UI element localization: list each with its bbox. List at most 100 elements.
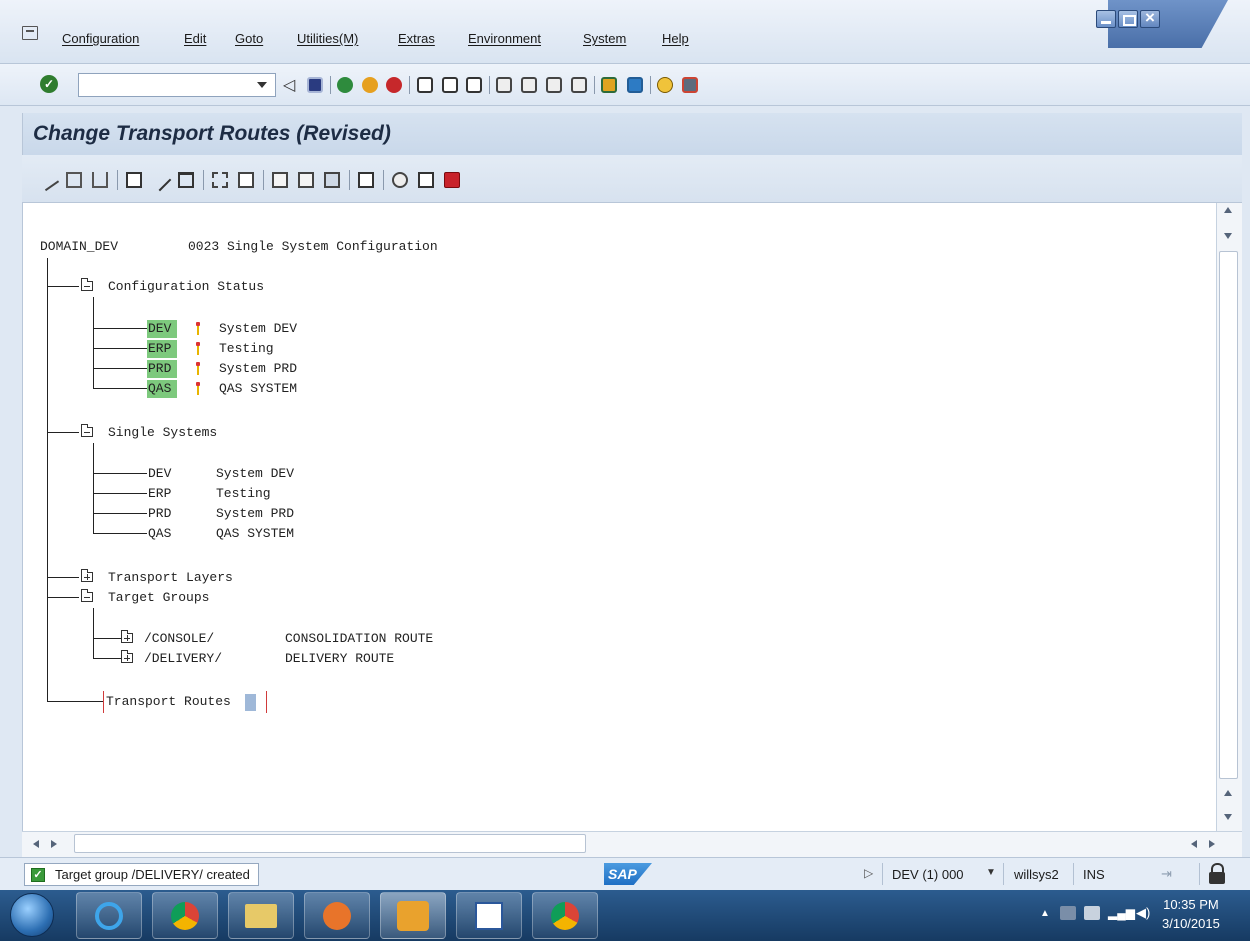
scroll-right-icon[interactable] (1209, 840, 1215, 848)
close-button[interactable] (1140, 8, 1160, 28)
next-page-icon[interactable] (546, 77, 562, 93)
tray-expand-icon[interactable]: ▲ (1040, 908, 1050, 919)
enter-icon[interactable]: ✓ (40, 75, 58, 93)
distribute-icon[interactable] (66, 172, 82, 188)
taskbar-ie-icon[interactable] (76, 892, 142, 939)
display-change-icon[interactable] (36, 168, 60, 192)
menu-extras[interactable]: Extras (398, 31, 435, 46)
scroll-left-icon[interactable] (1191, 840, 1197, 848)
target-group-name[interactable]: /DELIVERY/ (144, 651, 222, 666)
menu-environment[interactable]: Environment (468, 31, 541, 46)
print-icon[interactable] (417, 77, 433, 93)
copy-icon[interactable] (238, 172, 254, 188)
menu-configuration[interactable]: Configuration (62, 31, 139, 46)
command-field[interactable] (78, 73, 276, 97)
status-expand-icon[interactable]: ▷ (864, 866, 873, 880)
create-icon[interactable] (126, 172, 142, 188)
single-system-sid[interactable]: PRD (148, 506, 171, 521)
scroll-down-icon[interactable] (1224, 814, 1232, 820)
taskbar-media-icon[interactable] (304, 892, 370, 939)
scroll-left-icon[interactable] (33, 840, 39, 848)
back-arrow-icon[interactable]: ◁ (283, 75, 299, 94)
single-system-sid[interactable]: DEV (148, 466, 171, 481)
taskbar-chrome-icon[interactable] (152, 892, 218, 939)
expand-subtree-icon[interactable] (212, 172, 228, 188)
network-icon[interactable] (1084, 906, 1100, 920)
menu-goto[interactable]: Goto (235, 31, 263, 46)
volume-icon[interactable]: ◀) (1136, 905, 1150, 921)
lock-icon[interactable] (1209, 872, 1225, 884)
taskbar-chrome-icon[interactable] (532, 892, 598, 939)
config-status-node[interactable]: Configuration Status (108, 279, 264, 294)
folder-closed-icon[interactable] (81, 569, 93, 582)
config-system-sid[interactable]: PRD (148, 361, 171, 376)
graphical-editor-icon[interactable] (358, 172, 374, 188)
save-icon[interactable] (307, 77, 323, 93)
activate-icon[interactable] (92, 172, 108, 188)
status-insert-mode[interactable]: INS (1083, 867, 1105, 882)
find-icon[interactable] (442, 77, 458, 93)
config-system-sid[interactable]: DEV (148, 321, 171, 336)
first-page-icon[interactable] (496, 77, 512, 93)
shortcut-icon[interactable] (627, 77, 643, 93)
cancel-icon[interactable] (386, 77, 402, 93)
scroll-up-icon[interactable] (1224, 790, 1232, 796)
transport-layers-node[interactable]: Transport Layers (108, 570, 233, 585)
transport-routes-node[interactable]: Transport Routes (106, 694, 231, 709)
single-system-sid[interactable]: ERP (148, 486, 171, 501)
system-clock[interactable]: 10:35 PM 3/10/2015 (1162, 895, 1220, 933)
expand-all-icon[interactable] (272, 172, 288, 188)
tab-icon[interactable]: ⇥ (1161, 866, 1172, 882)
edit-icon[interactable] (148, 168, 172, 192)
customize-layout-icon[interactable] (682, 77, 698, 93)
restore-button[interactable] (1118, 10, 1138, 28)
folder-open-icon[interactable] (81, 278, 93, 291)
folder-open-icon[interactable] (81, 589, 93, 602)
menu-edit[interactable]: Edit (184, 31, 206, 46)
status-system[interactable]: DEV (1) 000 (892, 867, 964, 882)
new-session-icon[interactable] (601, 77, 617, 93)
target-group-name[interactable]: /CONSOLE/ (144, 631, 214, 646)
menu-system[interactable]: System (583, 31, 626, 46)
check-icon[interactable] (392, 172, 408, 188)
scroll-up-icon[interactable] (1224, 207, 1232, 213)
last-page-icon[interactable] (571, 77, 587, 93)
minimize-button[interactable] (1096, 10, 1116, 28)
legend-icon[interactable] (324, 172, 340, 188)
exit-icon[interactable] (362, 77, 378, 93)
menu-utilities[interactable]: Utilities(M) (297, 31, 358, 46)
scroll-right-icon[interactable] (51, 840, 57, 848)
system-dropdown-icon[interactable]: ▼ (986, 867, 996, 878)
info-icon[interactable] (444, 172, 460, 188)
taskbar-sap-logon-icon[interactable] (380, 892, 446, 939)
tree-connector (47, 286, 79, 287)
find-next-icon[interactable] (466, 77, 482, 93)
delete-icon[interactable] (178, 172, 194, 188)
command-dropdown-icon[interactable] (257, 82, 267, 88)
menu-help[interactable]: Help (662, 31, 689, 46)
start-button[interactable] (10, 893, 54, 937)
vertical-scroll-thumb[interactable] (1219, 251, 1238, 779)
target-groups-node[interactable]: Target Groups (108, 590, 209, 605)
config-system-sid[interactable]: QAS (148, 381, 171, 396)
collapse-all-icon[interactable] (298, 172, 314, 188)
signal-icon[interactable]: ▂▄▆ (1108, 906, 1135, 920)
single-systems-node[interactable]: Single Systems (108, 425, 217, 440)
taskbar-explorer-icon[interactable] (228, 892, 294, 939)
taskbar-word-icon[interactable] (456, 892, 522, 939)
command-input[interactable] (83, 77, 243, 93)
scroll-down-icon[interactable] (1224, 233, 1232, 239)
status-message[interactable]: ✓ Target group /DELIVERY/ created (24, 863, 259, 886)
help-icon[interactable] (657, 77, 673, 93)
config-system-sid[interactable]: ERP (148, 341, 171, 356)
system-menu-icon[interactable] (22, 26, 38, 40)
folder-open-icon[interactable] (81, 424, 93, 437)
folder-closed-icon[interactable] (121, 650, 133, 663)
horizontal-scroll-thumb[interactable] (74, 834, 586, 853)
folder-closed-icon[interactable] (121, 630, 133, 643)
list-icon[interactable] (418, 172, 434, 188)
single-system-sid[interactable]: QAS (148, 526, 171, 541)
back-icon[interactable] (337, 77, 353, 93)
action-center-icon[interactable] (1060, 906, 1076, 920)
previous-page-icon[interactable] (521, 77, 537, 93)
